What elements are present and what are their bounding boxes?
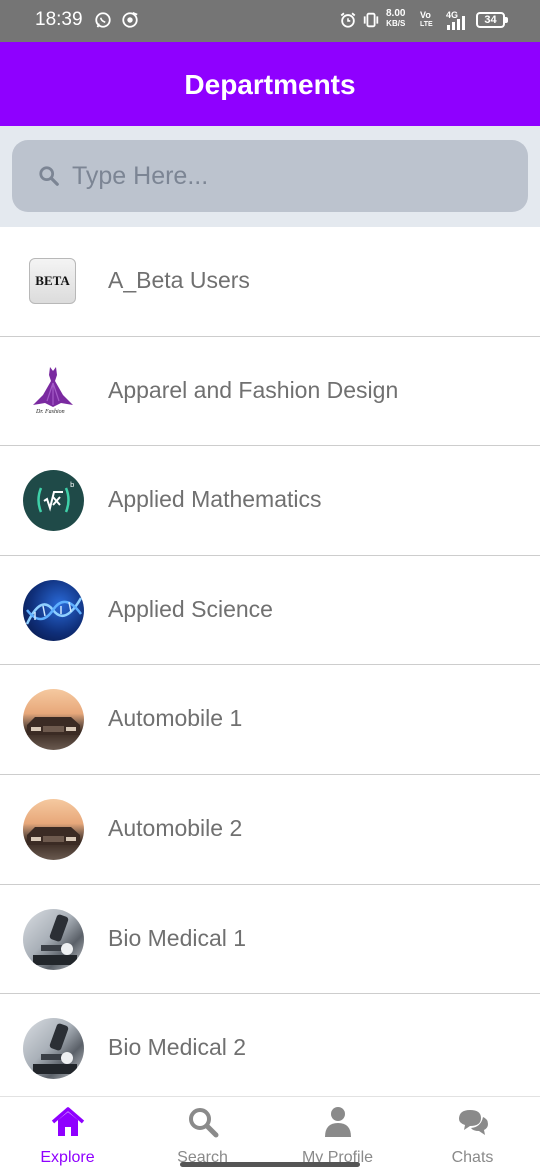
whatsapp-icon (95, 12, 111, 28)
car-image-avatar (23, 689, 84, 751)
svg-text:b: b (70, 481, 75, 489)
dna-helix-icon (25, 597, 83, 625)
user-icon (324, 1107, 351, 1137)
department-row-a-beta-users[interactable]: BETA A_Beta Users (0, 227, 540, 337)
music-app-icon (122, 11, 138, 28)
department-row-bio-medical-1[interactable]: Bio Medical 1 (0, 885, 540, 995)
signal-strength-icon (447, 16, 465, 30)
battery-icon: 34 (476, 12, 508, 28)
car-icon (27, 826, 80, 845)
chat-icon (458, 1110, 488, 1135)
department-row-bio-medical-2[interactable]: Bio Medical 2 (0, 994, 540, 1104)
dress-logo-text: Dr. Fashion (36, 408, 65, 415)
nav-search[interactable]: Search (135, 1097, 270, 1170)
search-icon (188, 1108, 218, 1138)
department-row-automobile-1[interactable]: Automobile 1 (0, 665, 540, 775)
beta-badge: BETA (29, 258, 76, 304)
nav-explore[interactable]: Explore (0, 1097, 135, 1170)
bottom-navigation: Explore Search My Profile Chats (0, 1096, 540, 1170)
department-name: Automobile 1 (108, 705, 243, 732)
search-icon (39, 166, 59, 186)
vibrate-icon (363, 12, 379, 28)
microscope-icon (33, 914, 77, 965)
math-logo-avatar: b (23, 470, 84, 532)
home-indicator[interactable] (180, 1162, 360, 1167)
nav-label: Explore (40, 1149, 95, 1166)
department-name: Bio Medical 2 (108, 1034, 247, 1061)
microscope-image-avatar (23, 1018, 84, 1080)
department-name: A_Beta Users (108, 267, 250, 293)
department-row-apparel-fashion[interactable]: Dr. Fashion Apparel and Fashion Design (0, 337, 540, 447)
microscope-image-avatar (23, 908, 84, 970)
page-title: Departments (184, 69, 356, 100)
home-icon (51, 1107, 84, 1136)
search-input[interactable] (72, 154, 512, 198)
department-name: Bio Medical 1 (108, 924, 247, 951)
car-image-avatar (23, 798, 84, 860)
department-name: Apparel and Fashion Design (108, 376, 399, 403)
dna-image-avatar (23, 579, 84, 641)
microscope-icon (33, 1023, 77, 1075)
alarm-icon (340, 12, 356, 28)
department-name: Applied Mathematics (108, 486, 322, 513)
department-name: Applied Science (108, 595, 273, 622)
search-bar-container (0, 126, 540, 227)
department-row-automobile-2[interactable]: Automobile 2 (0, 775, 540, 885)
car-icon (27, 717, 80, 736)
department-row-applied-science[interactable]: Applied Science (0, 556, 540, 666)
nav-chats[interactable]: Chats (405, 1097, 540, 1170)
status-time: 18:39 (35, 9, 83, 30)
search-box[interactable] (12, 140, 528, 212)
volte-indicator: Vo LTE (420, 10, 433, 29)
status-bar: 18:39 8.00 KB/S Vo LTE 4G 34 (0, 0, 540, 42)
dress-logo-avatar: Dr. Fashion (23, 360, 84, 422)
nav-my-profile[interactable]: My Profile (270, 1097, 405, 1170)
department-row-applied-mathematics[interactable]: b Applied Mathematics (0, 446, 540, 556)
department-list: BETA A_Beta Users Dr. Fashion Apparel an… (0, 227, 540, 1104)
app-header: Departments (0, 42, 540, 126)
square-root-icon: b (37, 481, 75, 513)
beta-badge-avatar: BETA (23, 251, 84, 312)
nav-label: Chats (451, 1149, 494, 1166)
department-name: Automobile 2 (108, 814, 243, 841)
network-speed: 8.00 KB/S (386, 8, 406, 28)
